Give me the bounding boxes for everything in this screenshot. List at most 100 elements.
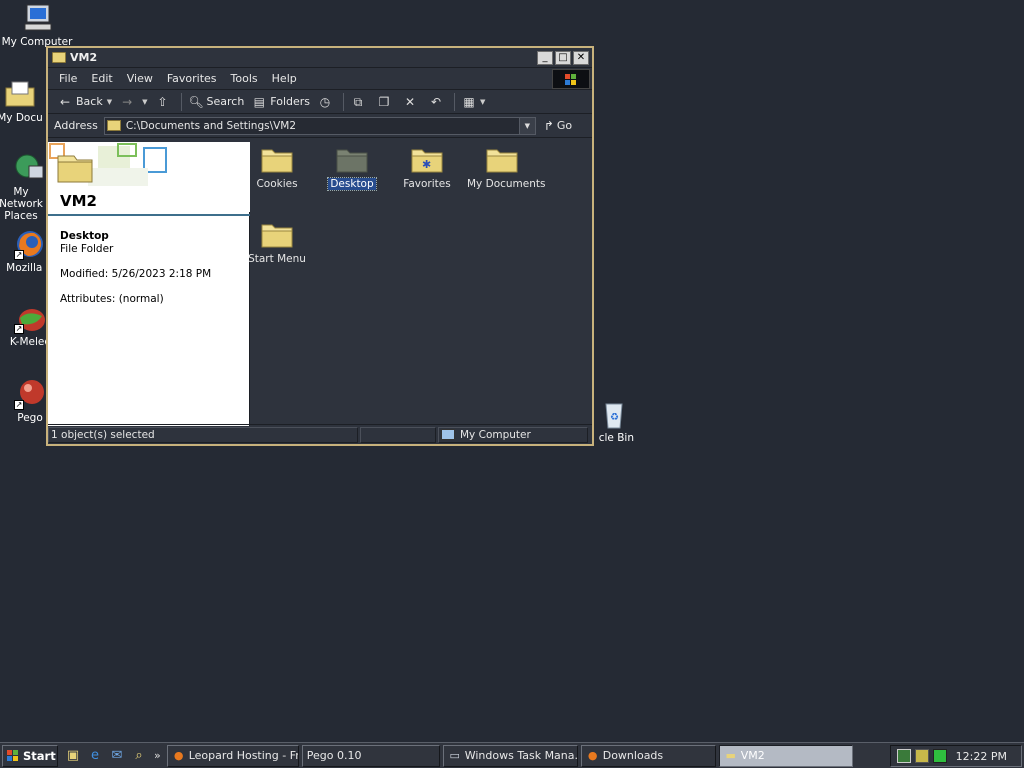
desktop-icon-my-documents[interactable]: My Docu — [0, 78, 50, 124]
menu-help[interactable]: Help — [265, 72, 304, 85]
task-downloads[interactable]: ● Downloads — [580, 744, 716, 767]
go-arrow-icon: ↱ — [543, 118, 554, 133]
close-button[interactable]: ✕ — [573, 50, 589, 65]
folder-icon: ▬ — [725, 748, 736, 762]
pego-icon: ↗ — [14, 378, 46, 410]
address-label: Address — [54, 119, 98, 132]
task-label: Downloads — [602, 749, 664, 762]
tray-app-icon[interactable] — [897, 749, 911, 763]
selected-item-name: Desktop — [60, 230, 109, 242]
up-folder-icon: ⇧ — [157, 94, 168, 109]
maximize-button[interactable]: □ — [555, 50, 571, 65]
folder-item-start-menu[interactable]: Start Menu — [240, 221, 314, 265]
recycle-bin-icon: ♻ — [598, 398, 630, 430]
network-icon — [13, 152, 45, 184]
folder-label: Favorites — [403, 178, 451, 190]
toolbar-separator — [454, 92, 456, 111]
delete-button[interactable]: ✕ — [399, 92, 425, 112]
desktop-icon-label: cle Bin — [598, 432, 634, 444]
menu-edit[interactable]: Edit — [84, 72, 119, 85]
chevron-right-icon[interactable]: » — [154, 749, 161, 762]
status-bar: 1 object(s) selected My Computer — [48, 424, 592, 444]
shortcut-arrow-icon: ↗ — [14, 400, 24, 410]
menu-tools[interactable]: Tools — [224, 72, 265, 85]
chevron-down-icon[interactable]: ▼ — [480, 98, 485, 106]
history-button[interactable]: ◷ — [314, 92, 340, 112]
start-button[interactable]: Start — [2, 744, 58, 767]
firefox-icon: ↗ — [14, 228, 46, 260]
window-title: VM2 — [70, 51, 98, 64]
back-arrow-icon: ← — [59, 94, 71, 109]
chevron-down-icon[interactable]: ▼ — [518, 117, 535, 134]
favorites-folder-icon: ✱ — [410, 146, 444, 174]
desktop-icon-my-computer[interactable]: My Computer — [0, 2, 74, 48]
menu-favorites[interactable]: Favorites — [160, 72, 224, 85]
clock: 12:22 PM — [955, 749, 1007, 763]
standard-toolbar: ← Back ▼ → ▼ ⇧ 🔍︎ Search ▤ Folders ◷ ⧉ ❐ — [48, 90, 592, 114]
folder-item-favorites[interactable]: ✱ Favorites — [390, 146, 464, 190]
menu-bar: File Edit View Favorites Tools Help — [48, 68, 592, 90]
tray-volume-icon[interactable] — [915, 749, 929, 763]
shortcut-arrow-icon: ↗ — [14, 324, 24, 334]
menu-file[interactable]: File — [52, 72, 84, 85]
folder-label: Desktop — [327, 177, 377, 191]
up-folder-button[interactable]: ⇧ — [152, 92, 178, 112]
window-content: VM2 Desktop File Folder Modified: 5/26/2… — [48, 142, 592, 426]
computer-icon — [21, 2, 53, 34]
folder-item-my-documents[interactable]: My Documents — [465, 146, 545, 190]
task-windows-task-manager[interactable]: ▭ Windows Task Mana... — [442, 744, 578, 767]
folder-icon — [260, 146, 294, 174]
folder-item-cookies[interactable]: Cookies — [240, 146, 314, 190]
desktop-icon-label: My Docu — [0, 112, 43, 124]
internet-explorer-icon[interactable]: e — [86, 747, 104, 765]
task-label: Leopard Hosting - Fr... — [188, 749, 299, 762]
folder-item-desktop[interactable]: Desktop — [315, 146, 389, 191]
firefox-icon: ● — [587, 748, 598, 762]
folder-label: My Documents — [467, 178, 546, 190]
task-manager-icon: ▭ — [449, 748, 460, 762]
back-button[interactable]: ← Back ▼ — [54, 92, 116, 112]
title-bar[interactable]: VM2 _ □ ✕ — [48, 48, 592, 68]
explorer-window[interactable]: VM2 _ □ ✕ File Edit View Favorites Tools… — [46, 46, 594, 446]
move-to-button[interactable]: ⧉ — [347, 92, 373, 112]
show-desktop-icon[interactable]: ▣ — [64, 747, 82, 765]
forward-arrow-icon: → — [122, 94, 133, 109]
forward-button[interactable]: → ▼ — [116, 92, 151, 112]
documents-icon — [4, 78, 36, 110]
search-button[interactable]: 🔍︎ Search — [185, 92, 249, 112]
go-button[interactable]: ↱ Go — [544, 119, 572, 133]
undo-button[interactable]: ↶ — [425, 92, 451, 112]
go-label: Go — [556, 119, 573, 132]
address-input[interactable]: C:\Documents and Settings\VM2 ▼ — [103, 116, 536, 135]
folders-icon: ▤ — [253, 94, 265, 109]
menu-view[interactable]: View — [120, 72, 160, 85]
chevron-down-icon[interactable]: ▼ — [142, 98, 147, 106]
kmeleon-icon: ↗ — [14, 302, 46, 334]
windows-logo-icon — [7, 749, 19, 762]
folders-button[interactable]: ▤ Folders — [248, 92, 314, 112]
task-leopard-hosting[interactable]: ● Leopard Hosting - Fr... — [166, 744, 299, 767]
minimize-button[interactable]: _ — [537, 50, 553, 65]
explorer-search-icon[interactable]: ⌕ — [130, 747, 148, 765]
svg-text:♻: ♻ — [610, 412, 619, 423]
system-tray: 12:22 PM — [890, 745, 1022, 767]
outlook-icon[interactable]: ✉ — [108, 747, 126, 765]
task-label: Windows Task Mana... — [464, 749, 578, 762]
task-pego[interactable]: Pego 0.10 — [301, 744, 440, 767]
views-button[interactable]: ▦ ▼ — [458, 92, 489, 112]
toolbar-separator — [180, 92, 182, 111]
tray-network-icon[interactable] — [933, 749, 947, 763]
folder-label: Start Menu — [248, 253, 306, 265]
folder-label: Cookies — [256, 178, 298, 190]
file-list[interactable]: Cookies Desktop ✱ Favorites My Documents — [248, 142, 592, 426]
folders-label: Folders — [270, 95, 311, 108]
copy-to-button[interactable]: ❐ — [373, 92, 399, 112]
move-to-icon: ⧉ — [353, 94, 363, 109]
task-vm2[interactable]: ▬ VM2 — [718, 744, 853, 767]
chevron-down-icon[interactable]: ▼ — [107, 98, 112, 106]
info-title: VM2 — [60, 192, 97, 210]
selected-item-type: File Folder — [60, 243, 114, 255]
info-details: Desktop File Folder Modified: 5/26/2023 … — [60, 230, 211, 306]
status-selection: 1 object(s) selected — [48, 426, 358, 443]
windows-logo-icon — [552, 69, 590, 89]
